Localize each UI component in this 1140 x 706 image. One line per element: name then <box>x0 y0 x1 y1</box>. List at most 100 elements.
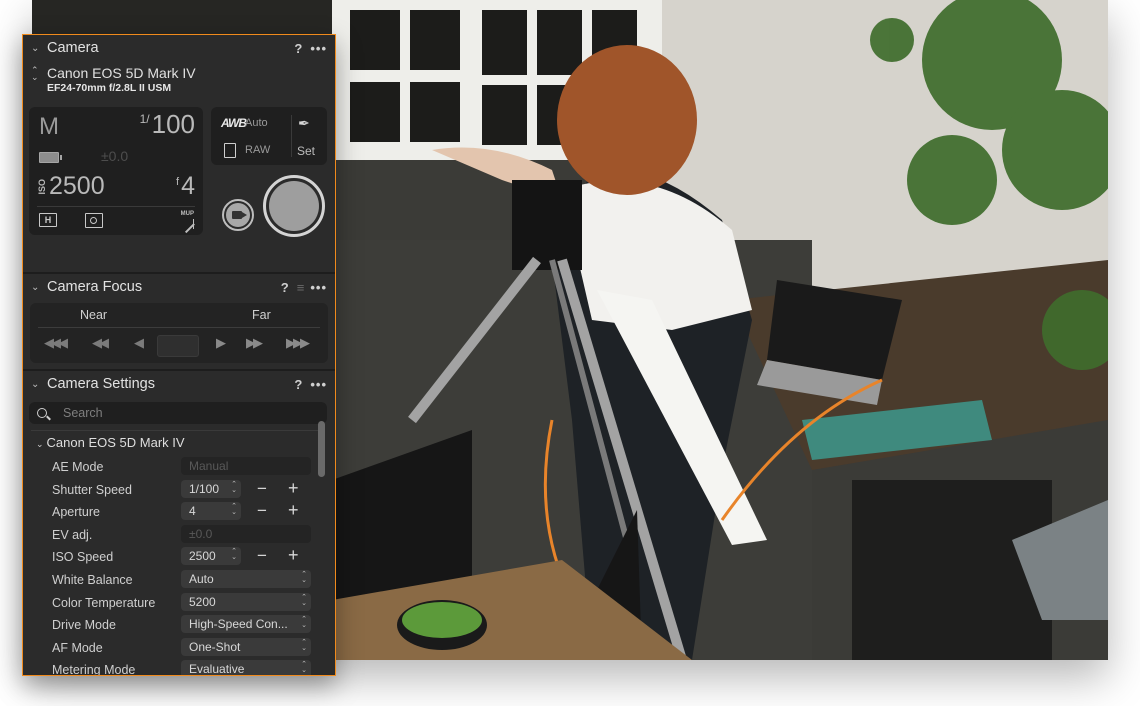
setting-stepper-field[interactable]: 1/100 ⌃ ⌄ <box>181 479 241 498</box>
setting-label: EV adj. <box>52 527 93 542</box>
decrement-button[interactable]: − <box>257 479 267 499</box>
white-balance-value[interactable]: Auto <box>245 117 268 129</box>
setting-label: ISO Speed <box>52 550 114 565</box>
increment-button[interactable]: + <box>288 500 299 521</box>
settings-search[interactable] <box>29 402 327 424</box>
near-label: Near <box>80 308 108 322</box>
setting-stepper-field[interactable]: 4 ⌃ ⌄ <box>181 502 241 521</box>
setting-row-aperture: Aperture 4 ⌃ ⌄ − + <box>23 500 323 522</box>
settings-tree: ⌄ Canon EOS 5D Mark IV AE Mode Manual Shutt… <box>23 431 335 676</box>
chevron-down-icon[interactable]: ⌄ <box>31 379 43 390</box>
group-label: Canon EOS 5D Mark IV <box>46 435 185 450</box>
camera-section-header[interactable]: ⌄ Camera ? ••• <box>23 35 335 61</box>
up-down-chevron-icon[interactable]: ⌃ ⌄ <box>301 661 307 674</box>
eyedropper-icon[interactable]: ✒ <box>298 115 310 132</box>
setting-select[interactable]: Auto ⌃ ⌄ <box>181 570 311 588</box>
aperture-display[interactable]: f4 <box>176 172 195 201</box>
drive-mode-icon[interactable]: H <box>39 213 57 227</box>
exposure-compensation-display: ±0.0 <box>101 148 129 164</box>
camera-selector[interactable]: ⌃ ⌄ Canon EOS 5D Mark IV EF24-70mm f/2.8L… <box>23 61 335 94</box>
setting-label: AF Mode <box>52 640 103 655</box>
setting-select[interactable]: One-Shot ⌃ ⌄ <box>181 637 311 656</box>
setting-value: 1/100 <box>189 481 220 496</box>
section-title: Camera Focus <box>47 279 143 295</box>
camera-section-body: ⌃ ⌄ Canon EOS 5D Mark IV EF24-70mm f/2.8L… <box>23 61 335 272</box>
decrement-button[interactable]: − <box>257 501 267 521</box>
list-icon[interactable]: ≡ <box>297 280 305 295</box>
help-icon[interactable]: ? <box>294 41 302 56</box>
battery-icon <box>39 152 62 163</box>
decrement-button[interactable]: − <box>257 546 267 566</box>
chevron-down-icon[interactable]: ⌄ <box>31 43 43 54</box>
setting-row-drive-mode: Drive Mode High-Speed Con... ⌃ ⌄ <box>23 615 323 635</box>
more-options-icon[interactable]: ••• <box>310 280 327 295</box>
focus-far-small-button[interactable]: ▶ <box>216 335 226 351</box>
settings-scrollbar[interactable] <box>318 421 325 477</box>
file-icon <box>224 143 236 158</box>
setting-row-shutter-speed: Shutter Speed 1/100 ⌃ ⌄ − + <box>23 478 323 500</box>
more-options-icon[interactable]: ••• <box>310 41 327 56</box>
setting-row-af-mode: AF Mode One-Shot ⌃ ⌄ <box>23 637 323 658</box>
up-down-chevron-icon[interactable]: ⌃ ⌄ <box>301 594 307 607</box>
search-input[interactable] <box>61 405 305 421</box>
exposure-mode[interactable]: M <box>39 113 59 141</box>
wb-divider <box>291 115 292 157</box>
focus-near-small-button[interactable]: ◀ <box>134 335 144 351</box>
set-wb-button[interactable]: Set <box>297 144 315 158</box>
setting-value: 4 <box>189 504 196 519</box>
setting-select[interactable]: High-Speed Con... ⌃ ⌄ <box>181 615 311 634</box>
focus-near-large-button[interactable]: ◀◀◀ <box>44 335 68 351</box>
increment-button[interactable]: + <box>288 478 299 499</box>
setting-row-ev-adj: EV adj. ±0.0 <box>23 524 323 545</box>
focus-far-large-button[interactable]: ▶▶▶ <box>286 335 310 351</box>
more-options-icon[interactable]: ••• <box>310 377 327 392</box>
iso-display[interactable]: 2500 <box>49 172 105 201</box>
setting-label: Aperture <box>52 505 100 520</box>
focus-position-field[interactable] <box>157 335 199 357</box>
setting-row-metering-mode: Metering Mode Evaluative ⌃ ⌄ <box>23 660 323 676</box>
chevron-down-icon[interactable]: ⌄ <box>36 439 44 449</box>
setting-stepper-field[interactable]: 2500 ⌃ ⌄ <box>181 547 241 566</box>
focus-near-medium-button[interactable]: ◀◀ <box>92 335 109 351</box>
capture-button-face <box>269 181 319 231</box>
help-icon[interactable]: ? <box>294 377 302 392</box>
setting-value-readonly: Manual <box>181 457 311 475</box>
up-down-chevron-icon[interactable]: ⌃ ⌄ <box>301 639 307 652</box>
setting-select[interactable]: Evaluative ⌃ ⌄ <box>181 660 311 676</box>
setting-value: ±0.0 <box>189 526 213 541</box>
capture-button[interactable] <box>263 175 325 237</box>
setting-row-iso-speed: ISO Speed 2500 ⌃ ⌄ − + <box>23 545 323 567</box>
setting-label: AE Mode <box>52 460 104 474</box>
search-icon <box>37 408 47 418</box>
focus-far-medium-button[interactable]: ▶▶ <box>246 335 263 351</box>
lens-name: EF24-70mm f/2.8L II USM <box>47 82 172 94</box>
section-title: Camera Settings <box>47 376 155 392</box>
lcd-divider <box>37 206 195 207</box>
white-balance-box: AWB Auto RAW ✒ Set <box>211 107 327 165</box>
shutter-speed-display[interactable]: 1/100 <box>140 109 195 140</box>
metering-mode-icon[interactable] <box>85 213 103 228</box>
focus-divider <box>38 327 320 328</box>
up-down-chevron-icon[interactable]: ⌃ ⌄ <box>231 481 237 494</box>
camera-lcd-display: M 1/100 ±0.0 ISO 2500 f4 H MUP <box>29 107 203 235</box>
up-down-chevron-icon[interactable]: ⌃ ⌄ <box>31 66 39 82</box>
camera-group-header[interactable]: ⌄ Canon EOS 5D Mark IV <box>23 431 335 450</box>
up-down-chevron-icon[interactable]: ⌃ ⌄ <box>301 571 307 584</box>
setting-select[interactable]: 5200 ⌃ ⌄ <box>181 592 311 611</box>
setting-value: Auto <box>189 572 214 586</box>
mirror-up-icon[interactable] <box>183 219 194 229</box>
setting-row-ae-mode: AE Mode Manual <box>23 457 323 477</box>
up-down-chevron-icon[interactable]: ⌃ ⌄ <box>231 503 237 516</box>
camera-settings-section-header[interactable]: ⌄ Camera Settings ? ••• <box>23 371 335 397</box>
help-icon[interactable]: ? <box>281 280 289 295</box>
increment-button[interactable]: + <box>288 545 299 566</box>
chevron-down-icon[interactable]: ⌄ <box>31 282 43 293</box>
file-format-value[interactable]: RAW <box>245 144 270 156</box>
setting-value: 2500 <box>189 549 216 564</box>
up-down-chevron-icon[interactable]: ⌃ ⌄ <box>231 548 237 561</box>
setting-value: Evaluative <box>189 662 245 676</box>
record-video-button[interactable] <box>222 199 254 231</box>
up-down-chevron-icon[interactable]: ⌃ ⌄ <box>301 616 307 629</box>
setting-label: Drive Mode <box>52 618 116 633</box>
camera-focus-section-header[interactable]: ⌄ Camera Focus ? ≡ ••• <box>23 274 335 300</box>
